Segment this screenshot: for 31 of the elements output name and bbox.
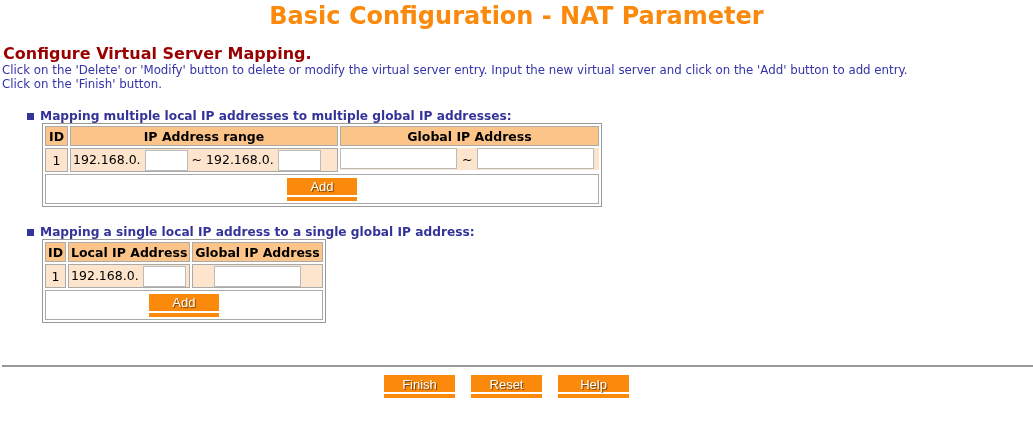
column-header: ID: [45, 126, 68, 146]
range-separator: ~: [461, 151, 474, 167]
page-title: Basic Configuration - NAT Parameter: [268, 1, 765, 31]
instructions: Click on the 'Delete' or 'Modify' button to delete or modify the virtual server entry. Input the new virtual server and click on the 'Add' button to add entry. Click on the 'Finish' button.: [2, 63, 909, 91]
range-separator: ~: [191, 151, 203, 167]
form-button[interactable]: Finish: [384, 375, 455, 398]
bullet-icon: [27, 228, 34, 236]
input-field[interactable]: [340, 148, 457, 169]
ip-prefix: 192.168.0.: [71, 267, 139, 283]
table-cell: 1: [45, 264, 67, 288]
bullet-icon: [27, 112, 34, 120]
section-subheading: Mapping a single local IP address to a single global IP address:: [40, 225, 475, 239]
section-heading: Configure Virtual Server Mapping.: [3, 45, 313, 63]
form-button[interactable]: Help: [558, 375, 629, 398]
form-button[interactable]: Reset: [471, 375, 542, 398]
ip-prefix: 192.168.0.: [206, 151, 274, 167]
ip-prefix: 192.168.0.: [73, 151, 141, 167]
input-field[interactable]: [214, 265, 302, 287]
column-header: IP Address range: [70, 126, 338, 146]
input-field[interactable]: [142, 265, 186, 287]
section-subheading: Mapping multiple local IP addresses to multiple global IP addresses:: [40, 109, 512, 123]
table-cell: 1: [45, 148, 68, 172]
input-field[interactable]: [144, 149, 188, 171]
column-header: ID: [45, 242, 67, 262]
add-button[interactable]: Add: [148, 293, 219, 317]
column-header: Global IP Address: [340, 126, 599, 146]
column-header: Global IP Address: [192, 242, 323, 262]
input-field[interactable]: [277, 149, 321, 171]
column-header: Local IP Address: [68, 242, 191, 262]
input-field[interactable]: [477, 148, 595, 169]
add-button[interactable]: Add: [287, 177, 357, 201]
